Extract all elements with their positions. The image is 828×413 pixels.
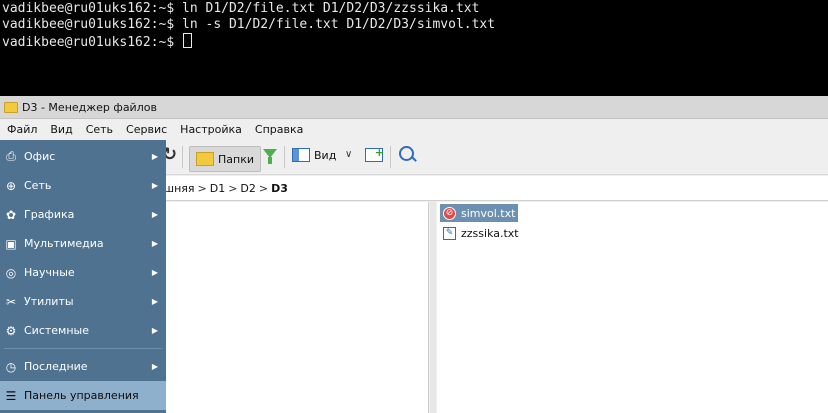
toolbar-separator	[390, 146, 391, 168]
app-menu-label: Утилиты	[24, 295, 74, 308]
search-icon[interactable]	[399, 146, 414, 161]
folders-label: Папки	[218, 152, 254, 166]
submenu-arrow-icon: ▶	[151, 268, 158, 277]
app-menu-item-multimedia[interactable]: ▣ Мультимедиа ▶	[0, 229, 166, 258]
app-menu-label: Системные	[24, 324, 89, 337]
tools-icon: ✂	[5, 294, 17, 309]
submenu-arrow-icon: ▶	[151, 210, 158, 219]
terminal-cursor	[183, 33, 193, 48]
submenu-arrow-icon: ▶	[151, 297, 158, 306]
globe-icon: ⊕	[5, 178, 17, 193]
toolbar-separator	[182, 146, 183, 168]
terminal[interactable]: vadikbee@ru01uks162:~$ ln D1/D2/file.txt…	[0, 0, 828, 96]
file-name: zzssika.txt	[461, 226, 519, 240]
breadcrumb-separator: >	[258, 181, 269, 195]
app-menu-item-graphics[interactable]: ✿ Графика ▶	[0, 200, 166, 229]
app-menu-item-office[interactable]: ⎙ Офис ▶	[0, 142, 166, 171]
window-title: D3 - Менеджер файлов	[22, 100, 157, 114]
menu-settings[interactable]: Настройка	[173, 123, 248, 136]
play-icon: ▣	[5, 236, 17, 251]
folders-button[interactable]: Папки	[189, 146, 261, 172]
breadcrumb-item[interactable]: шняя	[162, 182, 197, 195]
menu-help[interactable]: Справка	[248, 123, 309, 136]
science-icon: ◎	[5, 265, 17, 280]
text-file-icon: ✎	[443, 226, 456, 240]
clock-icon: ◷	[5, 359, 17, 374]
menu-view[interactable]: Вид	[43, 123, 78, 136]
application-menu: ⎙ Офис ▶ ⊕ Сеть ▶ ✿ Графика ▶ ▣ Мультиме…	[0, 140, 166, 413]
title-bar[interactable]: D3 - Менеджер файлов	[0, 96, 828, 119]
terminal-prompt: vadikbee@ru01uks162:~$	[2, 35, 183, 50]
menu-tools[interactable]: Сервис	[119, 123, 173, 136]
folder-icon	[4, 101, 18, 113]
breadcrumb-current[interactable]: D3	[269, 182, 290, 195]
app-menu-label: Офис	[24, 150, 56, 163]
app-menu-item-system[interactable]: ⚙ Системные ▶	[0, 316, 166, 345]
pane-splitter[interactable]	[430, 202, 436, 413]
filter-icon[interactable]	[263, 149, 277, 164]
printer-icon: ⎙	[6, 149, 16, 163]
submenu-arrow-icon: ▶	[151, 239, 158, 248]
submenu-arrow-icon: ▶	[151, 326, 158, 335]
submenu-arrow-icon: ▶	[151, 362, 158, 371]
view-label: Вид	[314, 148, 337, 162]
app-menu-item-control-panel[interactable]: ☰ Панель управления	[0, 381, 166, 410]
symlink-icon: ⊘	[443, 206, 456, 220]
palette-icon: ✿	[5, 207, 17, 222]
breadcrumb-separator: >	[228, 181, 238, 195]
view-layout-icon	[292, 148, 310, 162]
menu-network[interactable]: Сеть	[79, 123, 119, 136]
app-menu-item-utilities[interactable]: ✂ Утилиты ▶	[0, 287, 166, 316]
folder-icon	[196, 152, 214, 166]
menu-bar: Файл Вид Сеть Сервис Настройка Справка	[0, 119, 828, 139]
file-name: simvol.txt	[461, 206, 516, 220]
new-window-icon[interactable]	[365, 146, 384, 162]
file-item[interactable]: ⊘ simvol.txt	[440, 204, 519, 222]
sliders-icon: ☰	[5, 388, 17, 403]
app-menu-item-network[interactable]: ⊕ Сеть ▶	[0, 171, 166, 200]
terminal-line: vadikbee@ru01uks162:~$ ln D1/D2/file.txt…	[2, 1, 480, 16]
app-menu-label: Сеть	[24, 179, 52, 192]
file-item[interactable]: ✎ zzssika.txt	[440, 224, 522, 242]
app-menu-label: Панель управления	[24, 389, 139, 402]
app-menu-label: Последние	[24, 360, 88, 373]
app-menu-label: Мультимедиа	[24, 237, 104, 250]
terminal-line: vadikbee@ru01uks162:~$ ln -s D1/D2/file.…	[2, 17, 496, 32]
submenu-arrow-icon: ▶	[151, 181, 158, 190]
app-menu-label: Научные	[24, 266, 75, 279]
menu-file[interactable]: Файл	[0, 123, 43, 136]
app-menu-item-science[interactable]: ◎ Научные ▶	[0, 258, 166, 287]
menu-separator	[4, 348, 162, 349]
chevron-down-icon[interactable]: ∨	[345, 149, 352, 160]
breadcrumb-separator: >	[197, 181, 207, 195]
view-button[interactable]: Вид	[292, 148, 336, 162]
app-menu-item-recent[interactable]: ◷ Последние ▶	[0, 352, 166, 381]
submenu-arrow-icon: ▶	[151, 152, 158, 161]
app-menu-label: Графика	[24, 208, 75, 221]
file-list-pane[interactable]: ⊘ simvol.txt ✎ zzssika.txt	[437, 202, 828, 413]
breadcrumb-item[interactable]: D1	[208, 182, 227, 195]
gear-icon: ⚙	[5, 323, 17, 338]
breadcrumb-item[interactable]: D2	[238, 182, 257, 195]
toolbar-separator	[284, 146, 285, 168]
